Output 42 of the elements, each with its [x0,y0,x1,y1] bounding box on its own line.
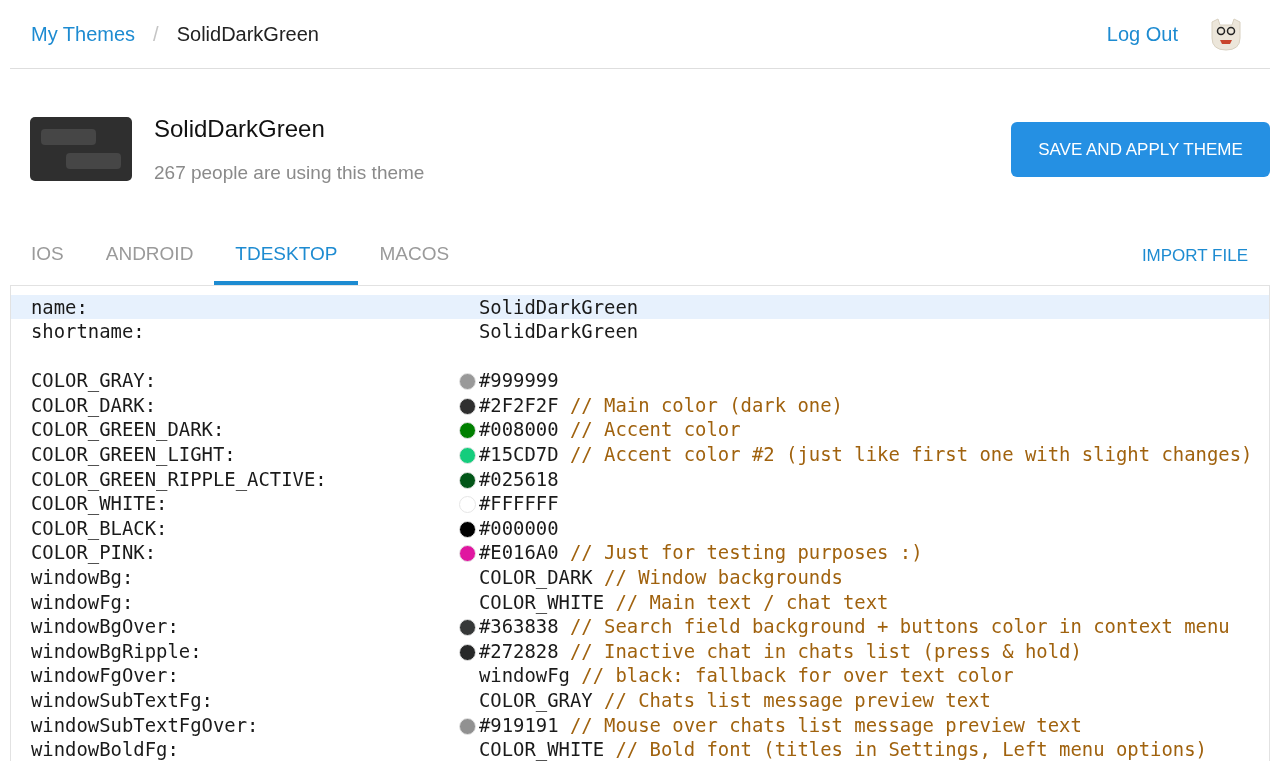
color-swatch[interactable] [459,471,476,489]
color-swatch[interactable] [459,619,476,637]
breadcrumb-separator: / [153,22,159,47]
code-line: windowFg: COLOR_WHITE // Main text / chat text [30,589,890,615]
color-swatch[interactable] [459,373,476,391]
code-line: COLOR_GREEN_LIGHT: #15CD7D // Accent color #2 (just like first one with slight changes) [30,442,1254,467]
breadcrumb-current: SolidDarkGreen [176,22,319,47]
platform-tab[interactable]: IOS [10,227,85,285]
code-line: COLOR_GREEN_DARK: #008000 // Accent color [30,417,742,443]
color-swatch[interactable] [459,422,476,440]
code-line: shortname: SolidDarkGreen [30,319,640,344]
color-swatch[interactable] [459,447,476,465]
code-line: COLOR_PINK: #E016A0 // Just for testing purposes :) [30,540,924,566]
color-swatch[interactable] [459,643,476,661]
code-line: windowFgOver: windowFg // black: fallback for over text color [30,663,1015,688]
theme-preview-icon [30,117,132,182]
code-line: windowBoldFg: COLOR_WHITE // Bold font (titles in Settings, Left menu options) [30,737,1208,761]
logout-link[interactable]: Log Out [1106,19,1178,49]
color-swatch[interactable] [459,397,476,415]
code-line: windowSubTextFg: COLOR_GRAY // Chats list message preview text [30,688,992,713]
platform-tab[interactable]: TDESKTOP [214,227,359,285]
code-line: COLOR_DARK: #2F2F2F // Main color (dark one) [30,392,844,418]
code-line: windowSubTextFgOver: #919191 // Mouse over chats list message preview text [30,712,1083,738]
save-apply-button[interactable]: SAVE AND APPLY THEME [1011,121,1270,177]
code-line: COLOR_GREEN_RIPPLE_ACTIVE: #025618 [30,466,560,492]
code-line: windowBgRipple: #272828 // Inactive chat in chats list (press & hold) [30,638,1083,664]
theme-title: SolidDarkGreen [154,114,326,144]
platform-tab[interactable]: MACOS [358,227,471,285]
color-swatch[interactable] [459,520,476,538]
import-file-button[interactable]: IMPORT FILE [1119,227,1270,285]
theme-usage-count: 267 people are using this theme [154,161,425,185]
avatar-icon[interactable] [1208,16,1244,52]
platform-tab[interactable]: ANDROID [84,227,215,285]
color-swatch[interactable] [459,717,476,735]
code-line: windowBgOver: #363838 // Search field background + buttons color in context menu [30,614,1231,639]
code-line: COLOR_GRAY: #999999 [30,368,560,393]
breadcrumb-link[interactable]: My Themes [31,19,136,49]
code-line: windowBg: COLOR_DARK // Window backgrounds [30,565,844,590]
code-line: COLOR_WHITE: #FFFFFF [30,491,560,516]
color-swatch[interactable] [459,545,476,563]
code-line: COLOR_BLACK: #000000 [30,515,560,541]
color-swatch[interactable] [459,496,476,514]
